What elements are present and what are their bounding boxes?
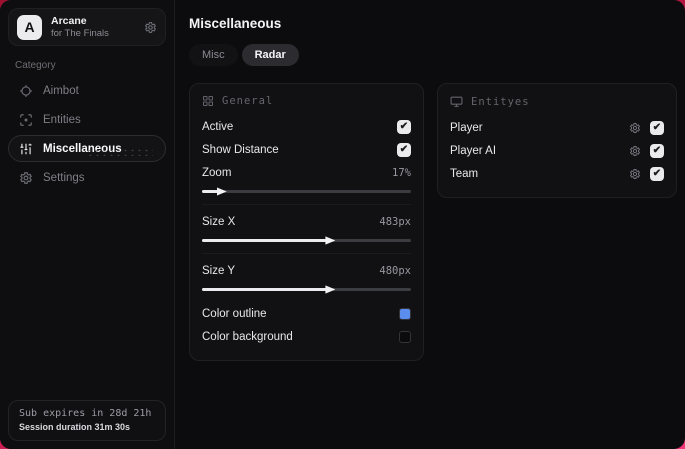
- divider: [202, 204, 411, 205]
- size-x-slider-thumb[interactable]: [325, 236, 336, 245]
- zoom-slider-fill: [202, 190, 219, 193]
- tab-misc[interactable]: Misc: [189, 44, 238, 66]
- size-y-value: 480px: [379, 264, 411, 277]
- color-outline-swatch[interactable]: [399, 307, 411, 320]
- category-label: Category: [15, 60, 56, 71]
- color-background-row: Color background: [202, 325, 411, 348]
- sidebar-item-label: Settings: [43, 171, 85, 184]
- zoom-value: 17%: [392, 166, 411, 179]
- sidebar-item-label: Entities: [43, 113, 81, 126]
- zoom-slider[interactable]: [202, 185, 411, 197]
- app-subtitle: for The Finals: [51, 27, 109, 39]
- zoom-row: Zoom 17%: [202, 161, 411, 184]
- main-content: Miscellaneous Misc Radar General Active …: [175, 0, 685, 449]
- sidebar-item-settings[interactable]: Settings: [8, 164, 166, 191]
- settings-gear-icon[interactable]: [144, 21, 157, 34]
- sidebar-item-aimbot[interactable]: Aimbot: [8, 77, 166, 104]
- active-label: Active: [202, 120, 234, 133]
- entity-gear-icon[interactable]: [629, 168, 641, 180]
- tab-radar[interactable]: Radar: [241, 44, 299, 66]
- gear-icon: [19, 171, 33, 185]
- sidebar-item-entities[interactable]: Entities: [8, 106, 166, 133]
- size-x-value: 483px: [379, 215, 411, 228]
- session-duration-text: Session duration 31m 30s: [19, 422, 131, 432]
- entities-panel-header: Entityes: [450, 95, 664, 108]
- entity-gear-icon[interactable]: [629, 145, 641, 157]
- sidebar-item-label: Aimbot: [43, 84, 79, 97]
- sidebar: A Arcane for The Finals Category Aimbot …: [0, 0, 175, 449]
- app-logo: A: [17, 14, 42, 40]
- show-distance-row: Show Distance ✔: [202, 138, 411, 161]
- grid-sliders-icon: [202, 95, 214, 107]
- tab-bar: Misc Radar: [189, 44, 677, 66]
- size-x-slider-fill: [202, 239, 328, 242]
- color-background-swatch[interactable]: [399, 330, 411, 343]
- size-y-row: Size Y 480px: [202, 259, 411, 282]
- entity-label: Team: [450, 167, 479, 180]
- app-title-block: Arcane for The Finals: [51, 15, 109, 40]
- general-panel-title: General: [222, 95, 274, 107]
- active-row: Active ✔: [202, 115, 411, 138]
- size-y-label: Size Y: [202, 264, 236, 277]
- entity-row-player: Player ✔: [450, 116, 664, 139]
- sidebar-item-miscellaneous[interactable]: Miscellaneous: [8, 135, 166, 162]
- subscription-card: Sub expires in 28d 21h Session duration …: [8, 400, 166, 441]
- entity-checkbox[interactable]: ✔: [650, 143, 664, 158]
- zoom-label: Zoom: [202, 166, 232, 179]
- monitor-icon: [450, 95, 463, 108]
- size-y-slider[interactable]: [202, 283, 411, 295]
- size-x-row: Size X 483px: [202, 210, 411, 233]
- entities-panel-title: Entityes: [471, 95, 530, 108]
- size-x-slider[interactable]: [202, 234, 411, 246]
- zoom-slider-thumb[interactable]: [216, 187, 227, 196]
- app-window: A Arcane for The Finals Category Aimbot …: [0, 0, 685, 449]
- show-distance-checkbox[interactable]: ✔: [397, 142, 411, 157]
- color-outline-row: Color outline: [202, 302, 411, 325]
- color-outline-label: Color outline: [202, 307, 267, 320]
- zoom-slider-track: [202, 190, 411, 193]
- crosshair-icon: [19, 84, 33, 98]
- sidebar-item-label: Miscellaneous: [43, 142, 122, 155]
- sidebar-header-card: A Arcane for The Finals: [8, 8, 166, 46]
- general-panel-header: General: [202, 95, 411, 107]
- entity-gear-icon[interactable]: [629, 122, 641, 134]
- entity-label: Player AI: [450, 144, 497, 157]
- divider: [202, 253, 411, 254]
- active-checkbox[interactable]: ✔: [397, 119, 411, 134]
- entity-label: Player: [450, 121, 483, 134]
- show-distance-label: Show Distance: [202, 143, 279, 156]
- color-background-label: Color background: [202, 330, 293, 343]
- entity-row-player-ai: Player AI ✔: [450, 139, 664, 162]
- scan-target-icon: [19, 113, 33, 127]
- app-name: Arcane: [51, 14, 87, 27]
- sliders-icon: [19, 142, 33, 156]
- size-x-label: Size X: [202, 215, 236, 228]
- entity-checkbox[interactable]: ✔: [650, 166, 664, 181]
- page-title: Miscellaneous: [189, 16, 282, 31]
- entities-panel: Entityes Player ✔ Player AI ✔ Team ✔: [437, 83, 677, 198]
- entity-row-team: Team ✔: [450, 162, 664, 185]
- size-y-slider-fill: [202, 288, 328, 291]
- general-panel: General Active ✔ Show Distance ✔ Zoom 17…: [189, 83, 424, 361]
- entity-checkbox[interactable]: ✔: [650, 120, 664, 135]
- size-y-slider-thumb[interactable]: [325, 285, 336, 294]
- sub-expires-text: Sub expires in 28d 21h: [19, 408, 152, 419]
